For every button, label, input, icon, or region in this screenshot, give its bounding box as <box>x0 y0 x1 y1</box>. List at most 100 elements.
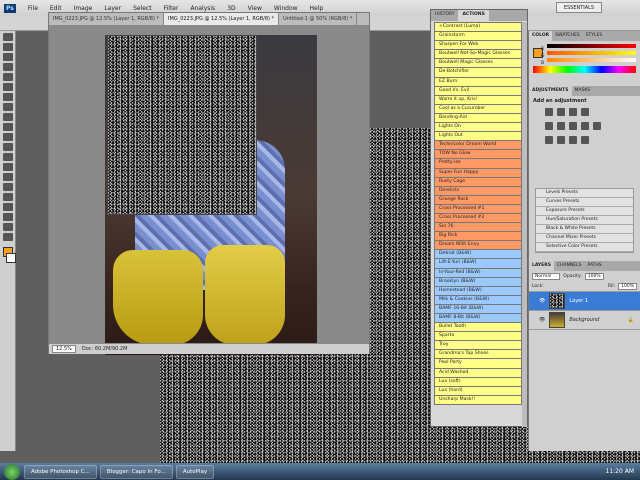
action-item[interactable]: Dream With Envy <box>434 241 522 251</box>
action-item[interactable]: Grandma's Tap Shoes <box>434 350 522 360</box>
action-item[interactable]: Brooklyn (B&W) <box>434 277 522 287</box>
action-item[interactable]: Sparta <box>434 332 522 342</box>
gradient-tool-icon[interactable] <box>3 143 13 151</box>
opacity-field[interactable]: 100% <box>584 273 604 280</box>
taskbar-item-blogger[interactable]: Blogger: Capo In Fo... <box>99 464 173 479</box>
preset-item[interactable]: Selective Color Presets <box>536 243 633 252</box>
pen-tool-icon[interactable] <box>3 173 13 181</box>
tab-color[interactable]: COLOR <box>529 31 553 41</box>
brush-tool-icon[interactable] <box>3 103 13 111</box>
taskbar-item-photoshop[interactable]: Adobe Photoshop C... <box>24 464 97 479</box>
tab-paths[interactable]: PATHS <box>585 261 605 271</box>
hand-tool-icon[interactable] <box>3 223 13 231</box>
marquee-tool-icon[interactable] <box>3 43 13 51</box>
vibrance-icon[interactable] <box>545 122 553 130</box>
layer-row-layer-1[interactable]: 👁 Layer 1 <box>529 292 640 311</box>
blend-mode-select[interactable]: Normal <box>532 273 561 280</box>
blue-slider[interactable] <box>547 58 636 62</box>
action-item[interactable]: TOW No Glow <box>434 150 522 160</box>
shape-tool-icon[interactable] <box>3 203 13 211</box>
action-item[interactable]: Lux (soft) <box>434 377 522 387</box>
action-item[interactable]: In-Your-Red (B&W) <box>434 268 522 278</box>
action-item[interactable]: Big Rick <box>434 232 522 242</box>
action-item[interactable]: Boutwell Not-So-Magic Glasses <box>434 50 522 60</box>
dodge-tool-icon[interactable] <box>3 163 13 171</box>
action-item[interactable]: Unsharp Mask!! <box>434 395 522 405</box>
lasso-tool-icon[interactable] <box>3 53 13 61</box>
taskbar-item-autoplay[interactable]: AutoPlay <box>175 464 215 479</box>
tab-history[interactable]: HISTORY <box>431 10 458 21</box>
action-item[interactable]: Boutwell Magic Glasses <box>434 59 522 69</box>
action-item[interactable]: Sin 76 <box>434 223 522 233</box>
menu-analysis[interactable]: Analysis <box>190 5 215 12</box>
3d-rotate-tool-icon[interactable] <box>3 213 13 221</box>
action-item[interactable]: Banding-Aid <box>434 113 522 124</box>
color-spectrum-bar[interactable] <box>533 66 636 73</box>
menu-window[interactable]: Window <box>274 5 298 12</box>
menu-help[interactable]: Help <box>310 5 324 12</box>
action-item[interactable]: Lights On <box>434 123 522 133</box>
exposure-icon[interactable] <box>581 108 589 116</box>
action-item[interactable]: Good Vs. Evil <box>434 86 522 96</box>
curves-icon[interactable] <box>569 108 577 116</box>
history-brush-tool-icon[interactable] <box>3 123 13 131</box>
photo-filter-icon[interactable] <box>593 122 601 130</box>
action-item[interactable]: Grunge Rock <box>434 195 522 205</box>
healing-brush-tool-icon[interactable] <box>3 93 13 101</box>
action-item[interactable]: Super Fun Happy <box>434 168 522 178</box>
menu-3d[interactable]: 3D <box>227 5 235 12</box>
eye-icon[interactable]: 👁 <box>539 317 545 323</box>
action-item[interactable]: Warm it up, Kris! <box>434 95 522 105</box>
document-tab[interactable]: Untitled-1 @ 50% (RGB/8) * <box>279 13 358 25</box>
action-item[interactable]: De-Botchifier <box>434 68 522 78</box>
preset-item[interactable]: Hue/Saturation Presets <box>536 216 633 225</box>
action-item[interactable]: Pool Party <box>434 359 522 369</box>
menu-edit[interactable]: Edit <box>50 5 62 12</box>
menu-file[interactable]: File <box>28 5 38 12</box>
red-slider[interactable] <box>547 44 636 48</box>
action-item[interactable]: Troy <box>434 341 522 351</box>
action-item[interactable]: Sharpen For Web <box>434 41 522 51</box>
tab-layers[interactable]: LAYERS <box>529 261 554 271</box>
brightness-icon[interactable] <box>545 108 553 116</box>
fill-field[interactable]: 100% <box>618 283 637 290</box>
action-item[interactable]: Cool as a Cucumber <box>434 104 522 114</box>
background-color-swatch[interactable] <box>6 253 16 263</box>
type-tool-icon[interactable] <box>3 183 13 191</box>
tab-adjustments[interactable]: ADJUSTMENTS <box>529 86 572 96</box>
tab-swatches[interactable]: SWATCHES <box>552 31 583 41</box>
clone-stamp-tool-icon[interactable] <box>3 113 13 121</box>
action-item[interactable]: Acid Washed <box>434 368 522 378</box>
path-select-tool-icon[interactable] <box>3 193 13 201</box>
tab-actions[interactable]: ACTIONS <box>458 10 489 21</box>
crop-tool-icon[interactable] <box>3 73 13 81</box>
eye-icon[interactable]: 👁 <box>539 298 545 304</box>
menu-filter[interactable]: Filter <box>164 5 179 12</box>
action-item[interactable]: Derelicts <box>434 186 522 196</box>
action-item[interactable]: Lights Out <box>434 132 522 142</box>
threshold-icon[interactable] <box>569 136 577 144</box>
action-item[interactable]: Cross Processed #1 <box>434 204 522 214</box>
preset-item[interactable]: Levels Presets <box>536 189 633 198</box>
menu-select[interactable]: Select <box>133 5 152 12</box>
zoom-field[interactable]: 12.5% <box>52 345 76 353</box>
levels-icon[interactable] <box>557 108 565 116</box>
tab-masks[interactable]: MASKS <box>572 86 594 96</box>
green-slider[interactable] <box>547 51 636 55</box>
posterize-icon[interactable] <box>557 136 565 144</box>
document-tab-active[interactable]: IMG_0223.JPG @ 12.5% (Layer 1, RGB/8) * <box>164 13 280 25</box>
move-tool-icon[interactable] <box>3 33 13 41</box>
invert-icon[interactable] <box>545 136 553 144</box>
menu-view[interactable]: View <box>248 5 262 12</box>
action-item[interactable]: Lux (hard) <box>434 386 522 396</box>
action-item[interactable]: Milk & Cookies (B&W) <box>434 295 522 305</box>
action-item[interactable]: +Contrast (Luma) <box>434 22 522 33</box>
noise-layer-overlay[interactable] <box>107 35 257 215</box>
hue-saturation-icon[interactable] <box>557 122 565 130</box>
zoom-tool-icon[interactable] <box>3 233 13 241</box>
color-balance-icon[interactable] <box>569 122 577 130</box>
quick-select-tool-icon[interactable] <box>3 63 13 71</box>
action-item[interactable]: BAMF 16-Bit (B&W) <box>434 304 522 314</box>
document-tab[interactable]: IMG_0223.JPG @ 12.5% (Layer 1, RGB/8) * <box>49 13 165 25</box>
workspace-switcher[interactable]: ESSENTIALS <box>556 2 602 13</box>
